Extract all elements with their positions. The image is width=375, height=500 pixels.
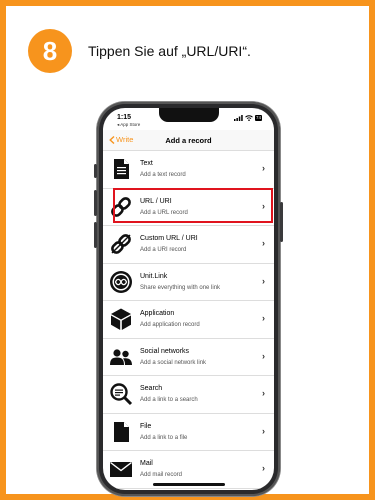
chevron-right-icon: ›: [262, 238, 265, 248]
power-button: [280, 202, 283, 242]
record-title: Search: [140, 385, 163, 392]
record-subtitle: Add a social network link: [140, 359, 207, 366]
phone-screen: 1:15 ◂ App Store 74 Write Add a record T…: [103, 108, 274, 490]
status-time: 1:15: [117, 114, 132, 121]
step-instruction: Tippen Sie auf „URL/URI“.: [88, 43, 251, 59]
record-title: Custom URL / URI: [140, 235, 198, 242]
chevron-right-icon: ›: [262, 463, 265, 473]
tap-highlight-box: [113, 187, 273, 223]
record-row-custom-url[interactable]: Custom URL / URI Add a URI record ›: [103, 226, 274, 264]
chevron-right-icon: ›: [262, 388, 265, 398]
record-title: Social networks: [140, 347, 190, 355]
custom-link-icon: [111, 234, 131, 254]
page-title: Add a record: [165, 136, 212, 145]
record-title: Unit.Link: [140, 272, 168, 280]
record-subtitle: Add a URL record: [140, 209, 188, 216]
search-icon: [110, 383, 133, 406]
record-title: Text: [140, 160, 153, 167]
record-row-search[interactable]: Search Add a link to a search ›: [103, 376, 274, 414]
file-icon: [114, 421, 129, 442]
cube-icon: [111, 308, 131, 330]
record-row-text[interactable]: Text Add a text record ›: [103, 151, 274, 189]
document-icon: [114, 159, 129, 179]
status-icons: 74: [233, 115, 262, 121]
battery-icon: 74: [254, 115, 262, 121]
record-subtitle: Share everything with one link: [140, 284, 221, 291]
chevron-right-icon: ›: [262, 200, 265, 211]
record-row-social-networks[interactable]: Social networks Add a social network lin…: [103, 339, 274, 376]
phone-mockup: 1:15 ◂ App Store 74 Write Add a record T…: [94, 102, 283, 496]
link-icon: [111, 196, 131, 217]
record-row-url-uri[interactable]: URL / URI Add a URL record ›: [103, 187, 274, 226]
volume-down-button: [94, 222, 97, 248]
chevron-right-icon: ›: [262, 350, 265, 361]
record-title: Application: [140, 310, 175, 317]
back-to-app-store-link[interactable]: ◂ App Store: [117, 122, 140, 128]
step-number-badge: 8: [28, 29, 72, 73]
mail-icon: [110, 461, 132, 477]
record-type-list: Text Add a text record › URL / URI Add a…: [103, 151, 274, 489]
wifi-icon: [245, 115, 253, 121]
record-row-file[interactable]: File Add a link to a file ›: [103, 414, 274, 451]
volume-up-button: [94, 190, 97, 216]
chevron-right-icon: ›: [262, 425, 265, 436]
unit-link-icon: [110, 270, 132, 293]
record-title: URL / URI: [140, 197, 172, 205]
chevron-right-icon: ›: [262, 163, 265, 173]
record-subtitle: Add a link to a file: [140, 434, 188, 441]
record-subtitle: Add application record: [140, 322, 200, 328]
record-subtitle: Add a URI record: [140, 247, 187, 253]
chevron-right-icon: ›: [262, 313, 265, 323]
home-indicator[interactable]: [153, 483, 225, 486]
record-subtitle: Add a text record: [140, 172, 186, 178]
signal-icon: [233, 115, 243, 121]
chevron-right-icon: ›: [262, 275, 265, 286]
record-subtitle: Add a link to a search: [140, 397, 198, 403]
record-subtitle: Add mail record: [140, 472, 183, 478]
record-row-unit-link[interactable]: Unit.Link Share everything with one link…: [103, 264, 274, 301]
record-row-application[interactable]: Application Add application record ›: [103, 301, 274, 339]
navigation-bar: Write Add a record: [103, 130, 274, 151]
record-title: File: [140, 422, 152, 430]
silent-switch: [94, 164, 97, 178]
people-icon: [110, 348, 132, 365]
record-title: Mail: [140, 460, 153, 467]
camera-notch: [159, 108, 219, 122]
